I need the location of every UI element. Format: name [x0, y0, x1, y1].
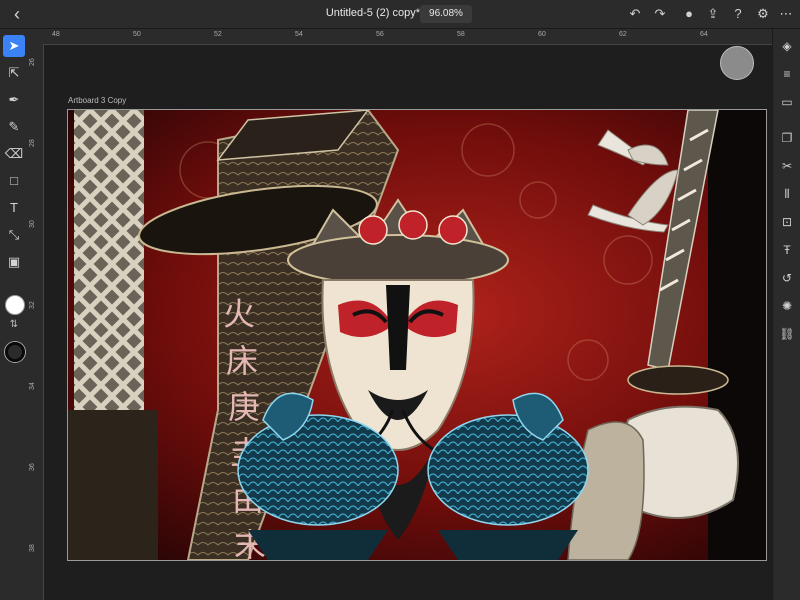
user-icon[interactable]: ● [680, 5, 698, 23]
pencil-tool-icon[interactable]: ✎ [3, 116, 25, 138]
transform-tool-icon[interactable]: ⤡ [3, 224, 25, 246]
back-icon[interactable]: ‹ [8, 5, 26, 23]
ruler-label: 62 [619, 31, 627, 38]
floating-color-orb[interactable] [720, 46, 754, 80]
path-icon[interactable]: ↺ [778, 269, 796, 287]
link-icon[interactable]: ⛓ [778, 325, 796, 343]
layers-icon[interactable]: ◈ [778, 37, 796, 55]
ruler-label: 56 [376, 31, 384, 38]
gear-icon[interactable]: ⚙ [754, 5, 772, 23]
ruler-label: 60 [538, 31, 546, 38]
comments-icon[interactable]: ▭ [778, 93, 796, 111]
zoom-level[interactable]: 96.08% [420, 5, 472, 23]
help-icon[interactable]: ? [729, 5, 747, 23]
properties-icon[interactable]: ≡ [778, 65, 796, 83]
select-tool-icon[interactable]: ➤ [3, 35, 25, 57]
type-panel-icon[interactable]: Ŧ [778, 241, 796, 259]
share-icon[interactable]: ⇪ [704, 5, 722, 23]
horizontal-ruler: 48 50 52 54 56 58 60 62 64 [28, 29, 772, 45]
pen-tool-icon[interactable]: ✒ [3, 89, 25, 111]
type-tool-icon[interactable]: T [3, 197, 25, 219]
ruler-label: 52 [214, 31, 222, 38]
eraser-tool-icon[interactable]: ⌫ [3, 143, 25, 165]
calligraphy-char: 火 [223, 295, 255, 333]
calligraphy-char: 庚 [228, 388, 260, 426]
ruler-label: 34 [29, 382, 36, 390]
ruler-label: 50 [133, 31, 141, 38]
cut-icon[interactable]: ✂ [778, 157, 796, 175]
ruler-label: 28 [29, 139, 36, 147]
align-icon[interactable]: ⫴ [778, 185, 796, 203]
ruler-label: 54 [295, 31, 303, 38]
artwork-illustration: 火 床 庚 圭 由 末 [68, 110, 766, 560]
top-bar: ‹ Untitled-5 (2) copy* 96.08% ↶ ↷ ● ⇪ ? … [0, 0, 800, 29]
left-toolbar: ➤ ⇱ ✒ ✎ ⌫ □ T ⤡ ▣ ⇅ [0, 29, 29, 600]
direct-select-tool-icon[interactable]: ⇱ [3, 62, 25, 84]
effects-icon[interactable]: ✺ [778, 297, 796, 315]
ruler-label: 58 [457, 31, 465, 38]
calligraphy-char: 床 [226, 342, 258, 380]
shape-tool-icon[interactable]: □ [3, 170, 25, 192]
artboard[interactable]: 火 床 庚 圭 由 末 [67, 109, 767, 561]
fill-color-swatch[interactable] [5, 295, 25, 315]
transform-panel-icon[interactable]: ⊡ [778, 213, 796, 231]
ruler-label: 32 [29, 301, 36, 309]
swap-colors-icon[interactable]: ⇅ [6, 319, 22, 333]
artboard-label[interactable]: Artboard 3 Copy [68, 96, 126, 105]
ruler-label: 36 [29, 463, 36, 471]
ruler-label: 26 [29, 58, 36, 66]
stroke-color-swatch[interactable] [5, 342, 25, 362]
more-icon[interactable]: ⋯ [777, 5, 795, 23]
image-tool-icon[interactable]: ▣ [3, 251, 25, 273]
right-panel-bar: ◈ ≡ ▭ ❐ ✂ ⫴ ⊡ Ŧ ↺ ✺ ⛓ [772, 29, 800, 600]
redo-icon[interactable]: ↷ [651, 5, 669, 23]
ruler-label: 48 [52, 31, 60, 38]
vertical-ruler: 26 28 30 32 34 36 38 [28, 44, 44, 600]
ruler-label: 38 [29, 544, 36, 552]
swatches-icon[interactable]: ❐ [778, 129, 796, 147]
ruler-label: 64 [700, 31, 708, 38]
ruler-label: 30 [29, 220, 36, 228]
undo-icon[interactable]: ↶ [626, 5, 644, 23]
document-title[interactable]: Untitled-5 (2) copy* [300, 7, 420, 19]
